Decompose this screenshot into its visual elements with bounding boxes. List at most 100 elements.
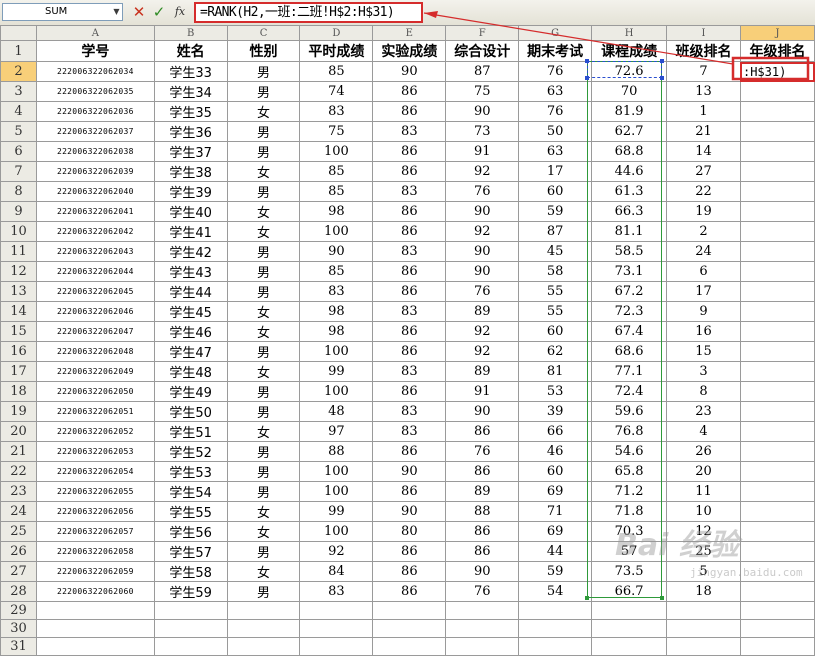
cell[interactable]: 222006322062049 bbox=[35, 361, 155, 382]
cell[interactable]: 59 bbox=[518, 561, 593, 582]
cell[interactable]: 86 bbox=[445, 521, 520, 542]
cell[interactable]: 女 bbox=[226, 321, 301, 342]
cell[interactable]: 70.3 bbox=[591, 521, 668, 542]
cell[interactable]: 89 bbox=[445, 361, 520, 382]
cell[interactable] bbox=[739, 481, 815, 502]
cell[interactable]: 男 bbox=[226, 381, 301, 402]
cell[interactable]: 90 bbox=[372, 461, 447, 482]
cell[interactable]: 男 bbox=[226, 281, 301, 302]
cell[interactable]: 86 bbox=[372, 221, 447, 242]
row-header[interactable]: 12 bbox=[0, 261, 37, 282]
cell[interactable]: 72.4 bbox=[591, 381, 668, 402]
cell[interactable]: 222006322062045 bbox=[35, 281, 155, 302]
cell[interactable]: 222006322062060 bbox=[35, 581, 155, 602]
cell[interactable]: 76 bbox=[445, 581, 520, 602]
cell[interactable]: 90 bbox=[372, 61, 447, 82]
cell[interactable]: 学生36 bbox=[153, 121, 228, 142]
cell[interactable]: 100 bbox=[299, 381, 374, 402]
cell[interactable] bbox=[226, 619, 301, 638]
cell[interactable]: 99 bbox=[299, 501, 374, 522]
row-header[interactable]: 10 bbox=[0, 221, 37, 242]
cell[interactable]: 86 bbox=[372, 161, 447, 182]
cell[interactable] bbox=[739, 561, 815, 582]
cell[interactable] bbox=[739, 361, 815, 382]
editing-cell-j2[interactable]: :H$31) bbox=[739, 61, 815, 82]
cell[interactable]: 86 bbox=[445, 461, 520, 482]
cell[interactable]: 86 bbox=[445, 541, 520, 562]
cell[interactable]: 222006322062057 bbox=[35, 521, 155, 542]
insert-function-button[interactable]: fx bbox=[172, 2, 188, 22]
cell[interactable]: 100 bbox=[299, 141, 374, 162]
row-header[interactable]: 3 bbox=[0, 81, 37, 102]
cell[interactable]: 85 bbox=[299, 61, 374, 82]
cell[interactable]: 83 bbox=[372, 181, 447, 202]
cell[interactable]: 76 bbox=[445, 281, 520, 302]
row-header[interactable]: 24 bbox=[0, 501, 37, 522]
cell[interactable] bbox=[739, 461, 815, 482]
cell[interactable]: 54.6 bbox=[591, 441, 668, 462]
cell[interactable]: 54 bbox=[518, 581, 593, 602]
cell[interactable]: 65.8 bbox=[591, 461, 668, 482]
row-header[interactable]: 19 bbox=[0, 401, 37, 422]
row-header[interactable]: 1 bbox=[0, 40, 37, 62]
cell[interactable]: 86 bbox=[372, 81, 447, 102]
cell[interactable]: 81.9 bbox=[591, 101, 668, 122]
column-header-a[interactable]: A bbox=[35, 25, 155, 41]
cell[interactable]: 67.2 bbox=[591, 281, 668, 302]
cell[interactable] bbox=[739, 341, 815, 362]
cell[interactable]: 91 bbox=[445, 141, 520, 162]
cell[interactable] bbox=[666, 601, 741, 620]
cell[interactable]: 85 bbox=[299, 161, 374, 182]
cell[interactable]: 女 bbox=[226, 361, 301, 382]
cell[interactable]: 222006322062052 bbox=[35, 421, 155, 442]
column-title-cell[interactable]: 实验成绩 bbox=[372, 40, 447, 62]
cell[interactable]: 75 bbox=[445, 81, 520, 102]
cell[interactable]: 学生33 bbox=[153, 61, 228, 82]
cell[interactable]: 学生41 bbox=[153, 221, 228, 242]
cell[interactable] bbox=[299, 619, 374, 638]
row-header[interactable]: 27 bbox=[0, 561, 37, 582]
cell[interactable] bbox=[739, 141, 815, 162]
cell[interactable]: 81 bbox=[518, 361, 593, 382]
cell[interactable]: 27 bbox=[666, 161, 741, 182]
cell[interactable] bbox=[739, 301, 815, 322]
cell[interactable] bbox=[299, 601, 374, 620]
column-header-g[interactable]: G bbox=[518, 25, 593, 41]
cell[interactable] bbox=[153, 601, 228, 620]
cell[interactable] bbox=[226, 637, 301, 656]
cell[interactable]: 58.5 bbox=[591, 241, 668, 262]
cell[interactable]: 86 bbox=[372, 201, 447, 222]
column-title-cell[interactable]: 期末考试 bbox=[518, 40, 593, 62]
cell[interactable]: 学生42 bbox=[153, 241, 228, 262]
range-handle[interactable] bbox=[660, 596, 664, 600]
cell[interactable] bbox=[591, 601, 668, 620]
cell[interactable]: 女 bbox=[226, 421, 301, 442]
cell[interactable]: 男 bbox=[226, 261, 301, 282]
cell[interactable]: 76 bbox=[445, 441, 520, 462]
cell[interactable]: 70 bbox=[591, 81, 668, 102]
cell[interactable] bbox=[591, 637, 668, 656]
cell[interactable]: 68.6 bbox=[591, 341, 668, 362]
cell[interactable] bbox=[739, 281, 815, 302]
cell[interactable] bbox=[372, 601, 447, 620]
cell[interactable] bbox=[372, 619, 447, 638]
cell[interactable]: 76 bbox=[518, 101, 593, 122]
cell[interactable]: 100 bbox=[299, 461, 374, 482]
row-header[interactable]: 11 bbox=[0, 241, 37, 262]
cell[interactable]: 48 bbox=[299, 401, 374, 422]
cell[interactable]: 学生53 bbox=[153, 461, 228, 482]
row-header[interactable]: 14 bbox=[0, 301, 37, 322]
cell[interactable] bbox=[739, 441, 815, 462]
row-header[interactable]: 9 bbox=[0, 201, 37, 222]
cell[interactable]: 86 bbox=[372, 321, 447, 342]
row-header[interactable]: 23 bbox=[0, 481, 37, 502]
cell[interactable]: 86 bbox=[372, 381, 447, 402]
column-header-d[interactable]: D bbox=[299, 25, 374, 41]
cell[interactable]: 女 bbox=[226, 561, 301, 582]
column-title-cell[interactable]: 综合设计 bbox=[445, 40, 520, 62]
cell[interactable]: 男 bbox=[226, 581, 301, 602]
cell[interactable]: 1 bbox=[666, 101, 741, 122]
cell[interactable]: 222006322062035 bbox=[35, 81, 155, 102]
row-header[interactable]: 8 bbox=[0, 181, 37, 202]
range-handle[interactable] bbox=[585, 596, 589, 600]
